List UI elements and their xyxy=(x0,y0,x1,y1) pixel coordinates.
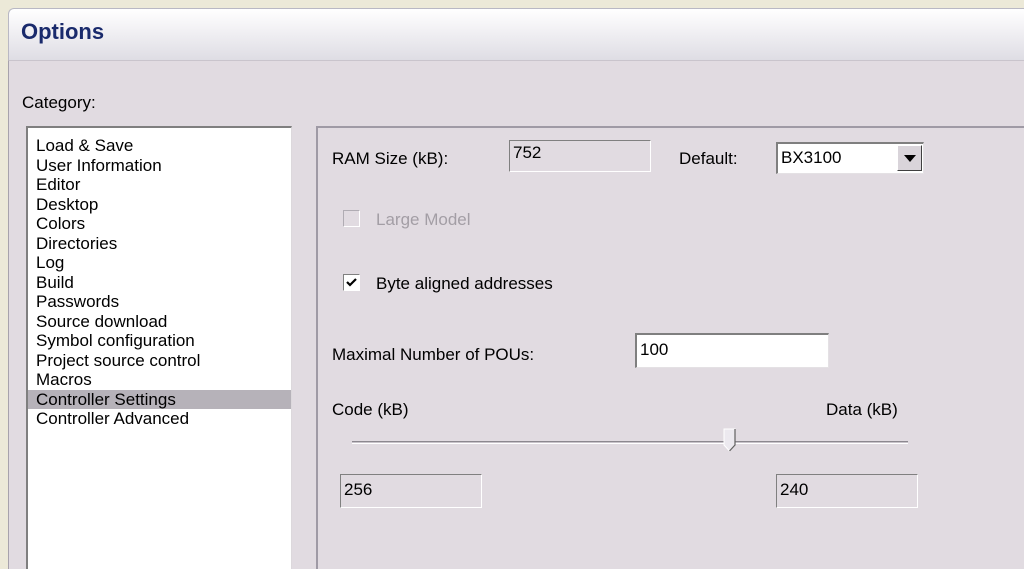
category-item-user-information[interactable]: User Information xyxy=(28,156,291,176)
large-model-checkbox xyxy=(343,210,360,227)
category-item-build[interactable]: Build xyxy=(28,273,291,293)
category-item-log[interactable]: Log xyxy=(28,253,291,273)
code-kb-label: Code (kB) xyxy=(332,400,409,419)
category-item-desktop[interactable]: Desktop xyxy=(28,195,291,215)
code-kb-field: 256 xyxy=(340,474,482,508)
category-item-project-source-control[interactable]: Project source control xyxy=(28,351,291,371)
default-dropdown-value: BX3100 xyxy=(781,148,842,167)
data-kb-value: 240 xyxy=(780,480,809,499)
byte-aligned-checkbox[interactable] xyxy=(343,274,360,291)
default-label: Default: xyxy=(679,149,738,168)
window-title-bar: Options xyxy=(8,8,1024,60)
default-dropdown[interactable]: BX3100 xyxy=(776,142,924,174)
category-item-colors[interactable]: Colors xyxy=(28,214,291,234)
category-item-symbol-configuration[interactable]: Symbol configuration xyxy=(28,331,291,351)
category-list[interactable]: Load & Save User Information Editor Desk… xyxy=(26,126,292,569)
code-data-slider-thumb[interactable] xyxy=(723,428,737,452)
byte-aligned-label: Byte aligned addresses xyxy=(376,274,553,293)
code-kb-value: 256 xyxy=(344,480,373,499)
category-item-controller-settings[interactable]: Controller Settings xyxy=(28,389,291,409)
ram-size-label: RAM Size (kB): xyxy=(332,149,449,168)
ram-size-field: 752 xyxy=(509,140,651,172)
code-data-slider-track[interactable] xyxy=(352,441,908,444)
default-dropdown-button[interactable] xyxy=(897,145,922,171)
max-pous-label: Maximal Number of POUs: xyxy=(332,345,535,364)
list-top-padding xyxy=(28,128,291,136)
category-item-controller-advanced[interactable]: Controller Advanced xyxy=(28,409,291,429)
category-item-macros[interactable]: Macros xyxy=(28,370,291,390)
data-kb-label: Data (kB) xyxy=(826,400,898,419)
chevron-down-icon xyxy=(904,155,916,162)
category-item-load-save[interactable]: Load & Save xyxy=(28,136,291,156)
category-label: Category: xyxy=(22,93,96,112)
category-item-editor[interactable]: Editor xyxy=(28,175,291,195)
window-title: Options xyxy=(21,19,105,44)
data-kb-field: 240 xyxy=(776,474,918,508)
max-pous-input[interactable]: 100 xyxy=(635,333,829,368)
max-pous-value: 100 xyxy=(640,340,669,359)
category-item-passwords[interactable]: Passwords xyxy=(28,292,291,312)
slider-thumb-icon xyxy=(723,428,736,452)
category-item-directories[interactable]: Directories xyxy=(28,234,291,254)
ram-size-value: 752 xyxy=(513,143,542,162)
checkmark-icon xyxy=(346,278,357,287)
large-model-label: Large Model xyxy=(376,210,471,229)
category-item-source-download[interactable]: Source download xyxy=(28,312,291,332)
